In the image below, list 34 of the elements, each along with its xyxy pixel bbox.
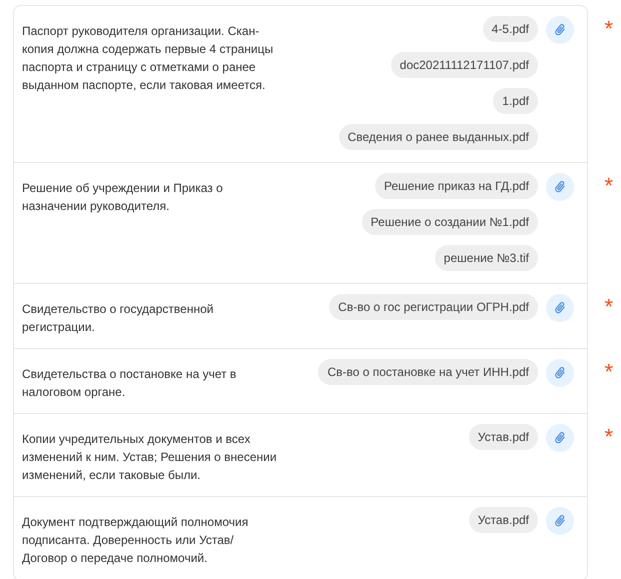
document-description: Копии учредительных документов и всех изменений к ним. Устав; Решения о внесении изменений, если таковые были. <box>22 431 278 484</box>
paperclip-icon <box>553 301 567 315</box>
paperclip-icon <box>553 180 567 194</box>
file-chip[interactable]: doc20211112171107.pdf <box>390 52 538 78</box>
file-chip[interactable]: 1.pdf <box>493 88 538 114</box>
attach-button[interactable] <box>546 173 574 201</box>
file-chip[interactable]: Устав.pdf <box>468 507 538 533</box>
paperclip-icon <box>553 431 567 445</box>
required-mark: * <box>604 294 613 320</box>
attach-button[interactable] <box>546 294 574 322</box>
file-chip[interactable]: Св-во о постановке на учет ИНН.pdf <box>318 359 538 385</box>
document-description: Свидетельства о постановке на учет в налоговом органе. <box>22 366 238 401</box>
file-chip[interactable]: Св-во о гос регистрации ОГРН.pdf <box>329 294 538 320</box>
document-description: Паспорт руководителя организации. Скан-копия должна содержать первые 4 страницы паспорта и страницу с отметками о ранее выданном паспорте, если таковая имеется. <box>22 23 274 94</box>
paperclip-icon <box>553 514 567 528</box>
required-mark: * <box>604 173 613 199</box>
paperclip-icon <box>553 23 567 37</box>
required-mark: * <box>604 359 613 385</box>
file-chip[interactable]: Решение о создании №1.pdf <box>362 209 538 235</box>
document-description: Документ подтверждающий полномочия подписанта. Доверенность или Устав/ Договор о передаче полномочий. <box>22 514 250 567</box>
document-description: Свидетельство о государственной регистрации. <box>22 301 214 336</box>
attach-button[interactable] <box>546 16 574 44</box>
attach-button[interactable] <box>546 424 574 452</box>
file-chip[interactable]: Устав.pdf <box>468 424 538 450</box>
attach-button[interactable] <box>546 359 574 387</box>
attach-button[interactable] <box>546 507 574 535</box>
file-chip[interactable]: Сведения о ранее выданных.pdf <box>338 124 538 150</box>
paperclip-icon <box>553 366 567 380</box>
required-mark: * <box>604 424 613 450</box>
file-chip[interactable]: Решение приказ на ГД.pdf <box>374 173 538 199</box>
document-description: Решение об учреждении и Приказ о назначении руководителя. <box>22 180 224 215</box>
file-chip[interactable]: 4-5.pdf <box>482 16 538 42</box>
required-mark: * <box>604 16 613 42</box>
file-chip[interactable]: решение №3.tif <box>434 245 538 271</box>
